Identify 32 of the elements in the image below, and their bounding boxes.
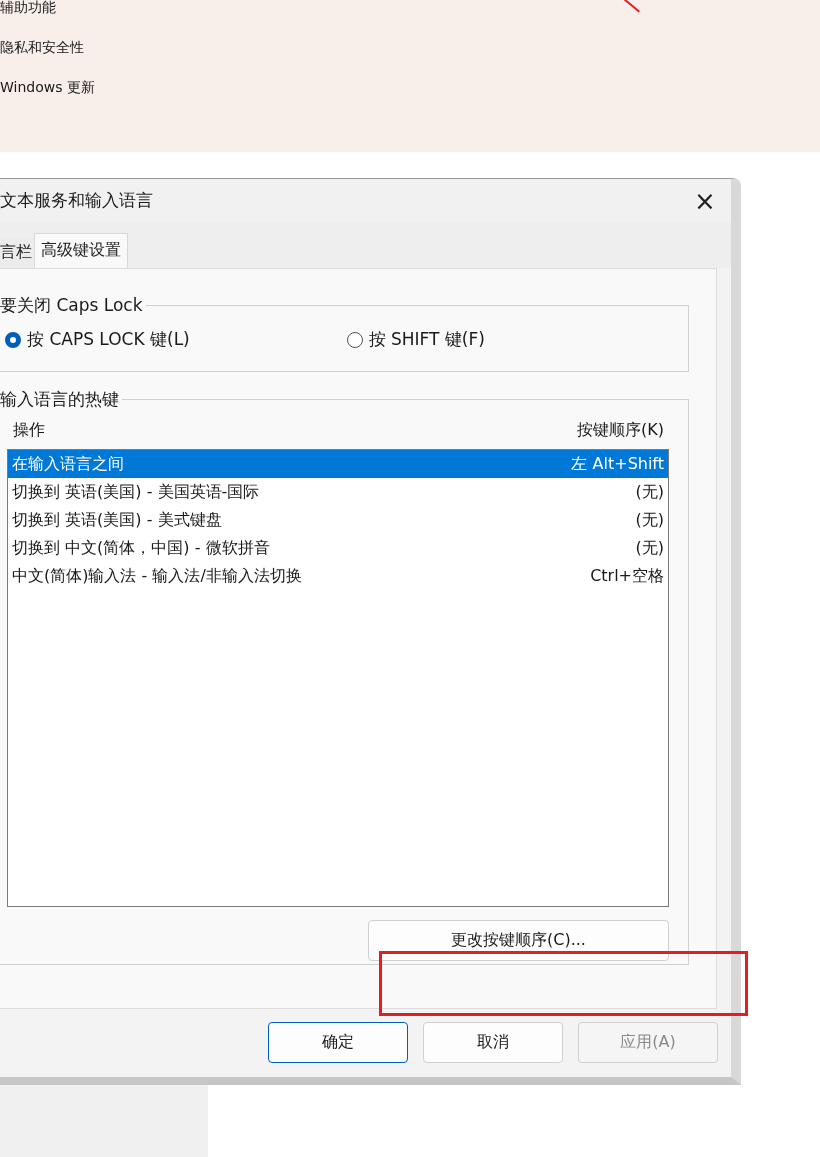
radio-label[interactable]: 按 CAPS LOCK 键(L): [27, 328, 190, 351]
dialog-button[interactable]: 确定: [268, 1022, 408, 1063]
group-title: 输入语言的热键: [0, 388, 122, 410]
change-key-sequence-button[interactable]: 更改按键顺序(C)...: [368, 920, 669, 961]
window-title: 文本服务和输入语言: [0, 189, 153, 212]
key-sequence: (无): [635, 537, 664, 559]
group-title: 要关闭 Caps Lock: [0, 294, 146, 316]
radio-label[interactable]: 按 SHIFT 键(F): [368, 328, 485, 351]
radio-button[interactable]: [346, 331, 363, 348]
list-row[interactable]: 切换到 中文(简体，中国) - 微软拼音 (无): [8, 534, 668, 562]
action-text: 切换到 英语(美国) - 美国英语-国际: [12, 481, 260, 503]
radio-button[interactable]: [5, 331, 21, 348]
column-header: 按键顺序(K): [577, 420, 664, 441]
list-row[interactable]: 切换到 英语(美国) - 美式键盘 (无): [8, 506, 668, 534]
action-text: 在输入语言之间: [12, 453, 124, 475]
column-header: 操作: [13, 420, 45, 441]
action-text: 切换到 中文(简体，中国) - 微软拼音: [12, 537, 270, 559]
action-text: 中文(简体)输入法 - 输入法/非输入法切换: [12, 565, 302, 587]
key-sequence: (无): [635, 509, 664, 531]
key-sequence: (无): [635, 481, 664, 503]
list-row[interactable]: 在输入语言之间 左 Alt+Shift: [8, 450, 668, 478]
dialog-button[interactable]: 取消: [423, 1022, 563, 1063]
nav-item[interactable]: Windows 更新: [0, 77, 95, 97]
nav-item[interactable]: 辅助功能: [0, 0, 56, 17]
key-sequence: 左 Alt+Shift: [571, 453, 664, 475]
close-button[interactable]: ×: [685, 184, 725, 217]
list-row[interactable]: 中文(简体)输入法 - 输入法/非输入法切换 Ctrl+空格: [8, 562, 668, 590]
tab[interactable]: 高级键设置: [34, 233, 128, 269]
list-row[interactable]: 切换到 英语(美国) - 美国英语-国际 (无): [8, 478, 668, 506]
key-sequence: Ctrl+空格: [590, 565, 664, 587]
nav-item[interactable]: 隐私和安全性: [0, 37, 84, 57]
action-text: 切换到 英语(美国) - 美式键盘: [12, 509, 222, 531]
